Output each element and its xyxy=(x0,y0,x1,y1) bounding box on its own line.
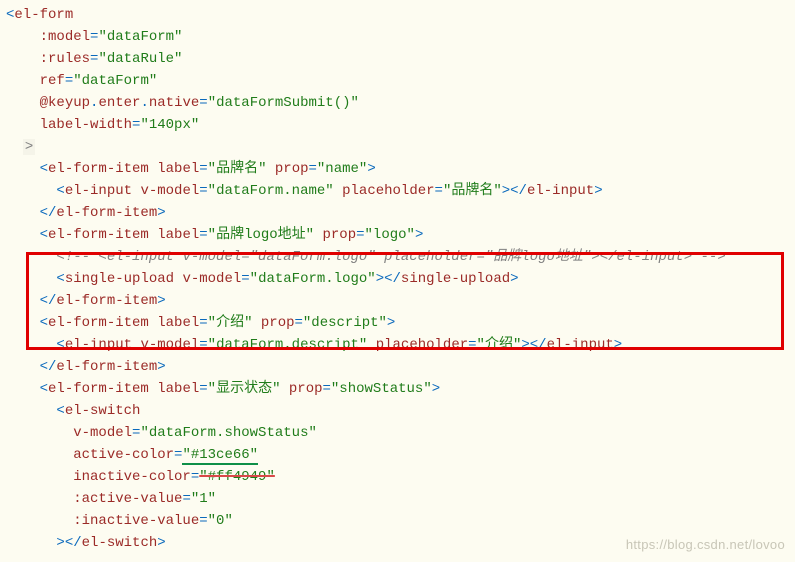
code-line: active-color="#13ce66" xyxy=(0,444,795,466)
code-line: :active-value="1" xyxy=(0,488,795,510)
code-block: <el-form :model="dataForm" :rules="dataR… xyxy=(0,4,795,554)
code-line: </el-form-item> xyxy=(0,356,795,378)
code-line: <el-input v-model="dataForm.name" placeh… xyxy=(0,180,795,202)
inactive-color-value: "#ff4949" xyxy=(199,469,275,485)
code-line: <el-form xyxy=(0,4,795,26)
code-line: <el-input v-model="dataForm.descript" pl… xyxy=(0,334,795,356)
code-line: <el-form-item label="品牌logo地址" prop="log… xyxy=(0,224,795,246)
code-line: </el-form-item> xyxy=(0,290,795,312)
code-line: <el-form-item label="显示状态" prop="showSta… xyxy=(0,378,795,400)
active-color-value: "#13ce66" xyxy=(182,447,258,465)
code-line: :inactive-value="0" xyxy=(0,510,795,532)
code-line: :model="dataForm" xyxy=(0,26,795,48)
code-line: ref="dataForm" xyxy=(0,70,795,92)
fold-handle[interactable]: > xyxy=(23,139,35,155)
code-line: </el-form-item> xyxy=(0,202,795,224)
code-line: > xyxy=(0,136,795,158)
code-line: <el-form-item label="介绍" prop="descript"… xyxy=(0,312,795,334)
code-line: <el-form-item label="品牌名" prop="name"> xyxy=(0,158,795,180)
code-line: :rules="dataRule" xyxy=(0,48,795,70)
code-line: <!-- <el-input v-model="dataForm.logo" p… xyxy=(0,246,795,268)
code-line: inactive-color="#ff4949" xyxy=(0,466,795,488)
code-comment: <!-- <el-input v-model="dataForm.logo" p… xyxy=(56,249,725,265)
code-text: el-form xyxy=(14,7,73,23)
code-line: label-width="140px" xyxy=(0,114,795,136)
code-line: <single-upload v-model="dataForm.logo"><… xyxy=(0,268,795,290)
code-line: <el-switch xyxy=(0,400,795,422)
code-line: v-model="dataForm.showStatus" xyxy=(0,422,795,444)
code-line: @keyup.enter.native="dataFormSubmit()" xyxy=(0,92,795,114)
